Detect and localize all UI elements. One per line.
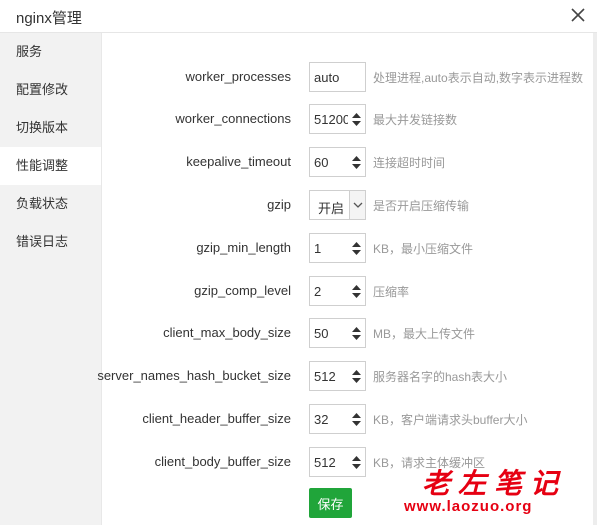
setting-label: server_names_hash_bucket_size: [97, 368, 291, 383]
setting-hint: KB，客户端请求头buffer大小: [373, 413, 528, 427]
sidebar: 服务 配置修改 切换版本 性能调整 负载状态 错误日志: [0, 33, 102, 525]
setting-hint: MB，最大上传文件: [373, 327, 476, 341]
sidebar-item-label: 性能调整: [16, 158, 69, 173]
watermark-logo: 老左笔记 www.laozuo.org: [400, 458, 595, 522]
gzip-selected-value: 开启: [318, 201, 345, 216]
setting-hint: KB，最小压缩文件: [373, 242, 474, 256]
setting-label: worker_processes: [185, 69, 292, 84]
dropdown-button[interactable]: [349, 191, 365, 219]
client-body-buffer-size-stepper[interactable]: [309, 447, 366, 477]
keepalive-timeout-stepper[interactable]: [309, 147, 366, 177]
setting-row: server_names_hash_bucket_size 服务器名字的hash…: [97, 361, 597, 391]
client-max-body-size-stepper[interactable]: [309, 318, 366, 348]
setting-label: client_max_body_size: [163, 325, 291, 340]
spinner-arrows-icon[interactable]: [350, 240, 363, 257]
spinner-arrows-icon[interactable]: [350, 368, 363, 385]
sidebar-item-error-log[interactable]: 错误日志: [0, 223, 101, 261]
spinner-arrows-icon[interactable]: [350, 325, 363, 342]
close-icon[interactable]: [567, 4, 589, 26]
setting-row: gzip 开启 是否开启压缩传输: [102, 190, 597, 220]
sidebar-item-label: 切换版本: [16, 120, 69, 135]
chevron-down-icon: [353, 202, 363, 208]
sidebar-item-version[interactable]: 切换版本: [0, 109, 101, 147]
sidebar-item-config[interactable]: 配置修改: [0, 71, 101, 109]
window-title: nginx管理: [16, 10, 82, 27]
worker-processes-input[interactable]: [309, 62, 366, 92]
spinner-arrows-icon[interactable]: [350, 154, 363, 171]
setting-row: worker_processes 处理进程,auto表示自动,数字表示进程数: [102, 62, 597, 92]
setting-label: worker_connections: [175, 111, 291, 126]
worker-connections-stepper[interactable]: [309, 104, 366, 134]
setting-label: gzip_comp_level: [194, 283, 291, 298]
spinner-arrows-icon[interactable]: [350, 111, 363, 128]
title-bar: nginx管理: [0, 0, 597, 33]
setting-hint: 连接超时时间: [373, 156, 446, 170]
setting-row: client_header_buffer_size KB，客户端请求头buffe…: [102, 404, 597, 434]
setting-label: keepalive_timeout: [186, 154, 291, 169]
spinner-arrows-icon[interactable]: [350, 411, 363, 428]
setting-hint: 最大并发链接数: [373, 113, 458, 127]
server-names-hash-bucket-size-stepper[interactable]: [309, 361, 366, 391]
setting-row: keepalive_timeout 连接超时时间: [102, 147, 597, 177]
setting-label: gzip: [267, 197, 291, 212]
gzip-comp-level-stepper[interactable]: [309, 276, 366, 306]
spinner-arrows-icon[interactable]: [350, 283, 363, 300]
sidebar-item-service[interactable]: 服务: [0, 33, 101, 71]
setting-label: client_body_buffer_size: [154, 454, 291, 469]
worker-processes-field[interactable]: [310, 63, 365, 91]
setting-row: worker_connections 最大并发链接数: [102, 104, 597, 134]
performance-settings-panel: worker_processes 处理进程,auto表示自动,数字表示进程数 w…: [97, 33, 597, 525]
sidebar-item-label: 服务: [16, 44, 43, 59]
sidebar-item-load-status[interactable]: 负载状态: [0, 185, 101, 223]
gzip-min-length-stepper[interactable]: [309, 233, 366, 263]
sidebar-item-label: 负载状态: [16, 196, 69, 211]
sidebar-item-performance[interactable]: 性能调整: [0, 147, 101, 185]
gzip-select[interactable]: 开启: [309, 190, 366, 220]
spinner-arrows-icon[interactable]: [350, 454, 363, 471]
setting-label: gzip_min_length: [196, 240, 291, 255]
watermark-text: 老左笔记: [422, 467, 567, 500]
setting-hint: 服务器名字的hash表大小: [373, 370, 508, 384]
setting-hint: 压缩率: [373, 285, 410, 299]
sidebar-item-label: 错误日志: [16, 234, 69, 249]
setting-hint: 是否开启压缩传输: [373, 199, 470, 213]
save-button[interactable]: 保存: [309, 488, 352, 518]
client-header-buffer-size-stepper[interactable]: [309, 404, 366, 434]
setting-label: client_header_buffer_size: [142, 411, 291, 426]
scrollbar[interactable]: [593, 33, 597, 525]
setting-row: client_max_body_size MB，最大上传文件: [102, 318, 597, 348]
watermark-url: www.laozuo.org: [404, 498, 533, 515]
setting-row: gzip_min_length KB，最小压缩文件: [102, 233, 597, 263]
setting-row: gzip_comp_level 压缩率: [102, 276, 597, 306]
sidebar-item-label: 配置修改: [16, 82, 69, 97]
setting-hint: 处理进程,auto表示自动,数字表示进程数: [373, 71, 584, 85]
